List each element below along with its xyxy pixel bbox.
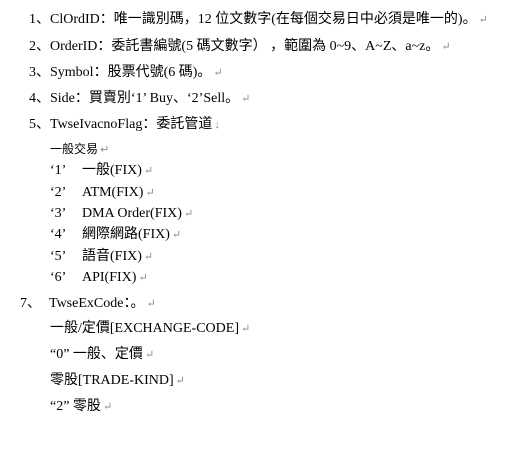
excode-text: “0” 一般、定價 bbox=[50, 347, 143, 362]
item-separator: 、 bbox=[36, 12, 50, 27]
paragraph-mark-icon: ↵ bbox=[143, 251, 154, 263]
paragraph-mark-icon: ↵ bbox=[100, 143, 110, 156]
paragraph-mark-icon: ↵ bbox=[143, 165, 154, 177]
flag-code: ‘3’ bbox=[50, 206, 67, 221]
flag-label: ATM(FIX) bbox=[82, 185, 144, 200]
paragraph-mark-icon: ↵ bbox=[175, 375, 185, 387]
item-text: Symbol：股票代號(6 碼)。 bbox=[50, 65, 212, 80]
flag-code: ‘2’ bbox=[50, 185, 67, 200]
flag-code: ‘1’ bbox=[50, 163, 67, 178]
list-item-5: 5、TwseIvacnoFlag：委託管道 ↓ bbox=[29, 116, 220, 134]
item-number: 1 bbox=[29, 12, 36, 27]
flag-option-1: ‘1’ 一般(FIX) ↵ bbox=[50, 162, 153, 180]
item-text: OrderID：委託書編號(5 碼文數字） ，範圍為 0~9、A~Z、a~z。 bbox=[50, 39, 440, 54]
paragraph-mark-icon: ↵ bbox=[478, 14, 488, 26]
paragraph-mark-icon: ↵ bbox=[213, 67, 223, 79]
flag-code: ‘4’ bbox=[50, 227, 67, 242]
paragraph-mark-icon: ↵ bbox=[241, 93, 251, 105]
line-break-mark-icon: ↓ bbox=[214, 119, 220, 131]
list-item-2: 2、OrderID：委託書編號(5 碼文數字） ，範圍為 0~9、A~Z、a~z… bbox=[29, 38, 451, 56]
flag-label: 一般(FIX) bbox=[82, 163, 142, 178]
list-item-4: 4、Side：買賣別‘1’ Buy、‘2’Sell。 ↵ bbox=[29, 90, 250, 108]
excode-text: 一般/定價[EXCHANGE-CODE] bbox=[50, 321, 239, 336]
paragraph-mark-icon: ↵ bbox=[441, 41, 451, 53]
paragraph-mark-icon: ↵ bbox=[138, 272, 148, 284]
item-text: ClOrdID：唯一識別碼，12 位文數字(在每個交易日中必須是唯一的)。 bbox=[50, 12, 477, 27]
excode-text: “2” 零股 bbox=[50, 399, 101, 414]
paragraph-mark-icon: ↵ bbox=[171, 229, 182, 241]
excode-line-3: 零股[TRADE-KIND] ↵ bbox=[50, 372, 185, 390]
paragraph-mark-icon: ↵ bbox=[240, 323, 251, 335]
flag-code: ‘5’ bbox=[50, 249, 67, 264]
item-text: Side：買賣別‘1’ Buy、‘2’Sell。 bbox=[50, 91, 240, 106]
flag-option-6: ‘6’ API(FIX) ↵ bbox=[50, 269, 148, 287]
flag-option-4: ‘4’ 網際網路(FIX) ↵ bbox=[50, 226, 181, 244]
excode-text: 零股[TRADE-KIND] bbox=[50, 373, 174, 388]
flag-label: 網際網路(FIX) bbox=[82, 227, 170, 242]
flag-option-3: ‘3’ DMA Order(FIX) ↵ bbox=[50, 205, 193, 223]
item-separator: 、 bbox=[36, 117, 50, 132]
flag-heading: 一般交易 ↵ bbox=[50, 140, 109, 159]
list-item-3: 3、Symbol：股票代號(6 碼)。 ↵ bbox=[29, 64, 223, 82]
flag-label: API(FIX) bbox=[82, 270, 137, 285]
paragraph-mark-icon: ↵ bbox=[102, 401, 113, 413]
flag-code: ‘6’ bbox=[50, 270, 67, 285]
item-number: 7、 bbox=[20, 296, 41, 311]
item-number: 2 bbox=[29, 39, 36, 54]
excode-line-2: “0” 一般、定價 ↵ bbox=[50, 346, 154, 364]
flag-label: 語音(FIX) bbox=[82, 249, 142, 264]
flag-option-2: ‘2’ ATM(FIX) ↵ bbox=[50, 184, 155, 202]
flag-option-5: ‘5’ 語音(FIX) ↵ bbox=[50, 248, 153, 266]
item-text: TwseExCode：。 bbox=[49, 296, 145, 311]
paragraph-mark-icon: ↵ bbox=[146, 298, 156, 310]
item-number: 3 bbox=[29, 65, 36, 80]
excode-line-4: “2” 零股 ↵ bbox=[50, 398, 112, 416]
item-text: TwseIvacnoFlag：委託管道 bbox=[50, 117, 213, 132]
excode-line-1: 一般/定價[EXCHANGE-CODE] ↵ bbox=[50, 320, 250, 338]
item-separator: 、 bbox=[36, 39, 50, 54]
item-separator: 、 bbox=[36, 65, 50, 80]
paragraph-mark-icon: ↵ bbox=[183, 208, 194, 220]
flag-label: DMA Order(FIX) bbox=[82, 206, 182, 221]
item-number: 4 bbox=[29, 91, 36, 106]
paragraph-mark-icon: ↵ bbox=[144, 349, 155, 361]
item-separator: 、 bbox=[36, 91, 50, 106]
item-number: 5 bbox=[29, 117, 36, 132]
flag-heading-text: 一般交易 bbox=[50, 142, 99, 156]
list-item-7: 7、 TwseExCode：。 ↵ bbox=[20, 295, 156, 313]
paragraph-mark-icon: ↵ bbox=[145, 187, 155, 199]
list-item-1: 1、ClOrdID：唯一識別碼，12 位文數字(在每個交易日中必須是唯一的)。 ↵ bbox=[29, 11, 488, 29]
